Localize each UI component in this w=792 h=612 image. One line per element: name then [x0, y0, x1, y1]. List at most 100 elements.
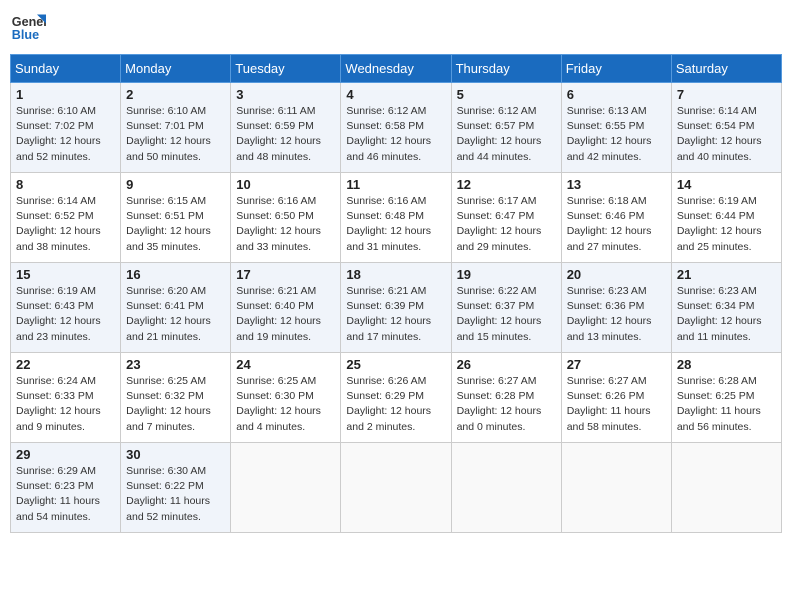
- day-detail: Sunrise: 6:12 AM Sunset: 6:57 PM Dayligh…: [457, 104, 556, 165]
- day-detail: Sunrise: 6:22 AM Sunset: 6:37 PM Dayligh…: [457, 284, 556, 345]
- calendar-week-3: 15 Sunrise: 6:19 AM Sunset: 6:43 PM Dayl…: [11, 263, 782, 353]
- header-tuesday: Tuesday: [231, 55, 341, 83]
- day-detail: Sunrise: 6:25 AM Sunset: 6:32 PM Dayligh…: [126, 374, 225, 435]
- day-number: 11: [346, 177, 445, 192]
- calendar-cell: 22 Sunrise: 6:24 AM Sunset: 6:33 PM Dayl…: [11, 353, 121, 443]
- day-number: 29: [16, 447, 115, 462]
- calendar-cell: 20 Sunrise: 6:23 AM Sunset: 6:36 PM Dayl…: [561, 263, 671, 353]
- calendar-table: SundayMondayTuesdayWednesdayThursdayFrid…: [10, 54, 782, 533]
- day-detail: Sunrise: 6:15 AM Sunset: 6:51 PM Dayligh…: [126, 194, 225, 255]
- calendar-cell: 3 Sunrise: 6:11 AM Sunset: 6:59 PM Dayli…: [231, 83, 341, 173]
- calendar-week-2: 8 Sunrise: 6:14 AM Sunset: 6:52 PM Dayli…: [11, 173, 782, 263]
- day-detail: Sunrise: 6:24 AM Sunset: 6:33 PM Dayligh…: [16, 374, 115, 435]
- calendar-cell: [231, 443, 341, 533]
- day-number: 3: [236, 87, 335, 102]
- day-number: 10: [236, 177, 335, 192]
- calendar-cell: 25 Sunrise: 6:26 AM Sunset: 6:29 PM Dayl…: [341, 353, 451, 443]
- day-number: 26: [457, 357, 556, 372]
- calendar-cell: 2 Sunrise: 6:10 AM Sunset: 7:01 PM Dayli…: [121, 83, 231, 173]
- calendar-cell: 17 Sunrise: 6:21 AM Sunset: 6:40 PM Dayl…: [231, 263, 341, 353]
- day-number: 17: [236, 267, 335, 282]
- calendar-cell: 16 Sunrise: 6:20 AM Sunset: 6:41 PM Dayl…: [121, 263, 231, 353]
- calendar-cell: 15 Sunrise: 6:19 AM Sunset: 6:43 PM Dayl…: [11, 263, 121, 353]
- header-saturday: Saturday: [671, 55, 781, 83]
- day-detail: Sunrise: 6:27 AM Sunset: 6:26 PM Dayligh…: [567, 374, 666, 435]
- day-number: 5: [457, 87, 556, 102]
- day-number: 15: [16, 267, 115, 282]
- day-detail: Sunrise: 6:14 AM Sunset: 6:52 PM Dayligh…: [16, 194, 115, 255]
- calendar-cell: [341, 443, 451, 533]
- header-wednesday: Wednesday: [341, 55, 451, 83]
- day-detail: Sunrise: 6:23 AM Sunset: 6:34 PM Dayligh…: [677, 284, 776, 345]
- day-detail: Sunrise: 6:21 AM Sunset: 6:40 PM Dayligh…: [236, 284, 335, 345]
- day-number: 12: [457, 177, 556, 192]
- day-detail: Sunrise: 6:23 AM Sunset: 6:36 PM Dayligh…: [567, 284, 666, 345]
- calendar-cell: 13 Sunrise: 6:18 AM Sunset: 6:46 PM Dayl…: [561, 173, 671, 263]
- day-number: 8: [16, 177, 115, 192]
- calendar-cell: 8 Sunrise: 6:14 AM Sunset: 6:52 PM Dayli…: [11, 173, 121, 263]
- svg-text:Blue: Blue: [12, 28, 39, 42]
- calendar-cell: 27 Sunrise: 6:27 AM Sunset: 6:26 PM Dayl…: [561, 353, 671, 443]
- day-number: 22: [16, 357, 115, 372]
- calendar-cell: 1 Sunrise: 6:10 AM Sunset: 7:02 PM Dayli…: [11, 83, 121, 173]
- calendar-cell: 18 Sunrise: 6:21 AM Sunset: 6:39 PM Dayl…: [341, 263, 451, 353]
- logo: General Blue: [10, 10, 46, 46]
- calendar-cell: 29 Sunrise: 6:29 AM Sunset: 6:23 PM Dayl…: [11, 443, 121, 533]
- day-number: 4: [346, 87, 445, 102]
- calendar-week-5: 29 Sunrise: 6:29 AM Sunset: 6:23 PM Dayl…: [11, 443, 782, 533]
- day-detail: Sunrise: 6:29 AM Sunset: 6:23 PM Dayligh…: [16, 464, 115, 525]
- calendar-cell: 19 Sunrise: 6:22 AM Sunset: 6:37 PM Dayl…: [451, 263, 561, 353]
- calendar-cell: 21 Sunrise: 6:23 AM Sunset: 6:34 PM Dayl…: [671, 263, 781, 353]
- day-detail: Sunrise: 6:13 AM Sunset: 6:55 PM Dayligh…: [567, 104, 666, 165]
- day-detail: Sunrise: 6:10 AM Sunset: 7:02 PM Dayligh…: [16, 104, 115, 165]
- day-number: 24: [236, 357, 335, 372]
- calendar-cell: 6 Sunrise: 6:13 AM Sunset: 6:55 PM Dayli…: [561, 83, 671, 173]
- calendar-cell: 23 Sunrise: 6:25 AM Sunset: 6:32 PM Dayl…: [121, 353, 231, 443]
- day-detail: Sunrise: 6:16 AM Sunset: 6:50 PM Dayligh…: [236, 194, 335, 255]
- day-number: 20: [567, 267, 666, 282]
- calendar-cell: 28 Sunrise: 6:28 AM Sunset: 6:25 PM Dayl…: [671, 353, 781, 443]
- day-detail: Sunrise: 6:27 AM Sunset: 6:28 PM Dayligh…: [457, 374, 556, 435]
- day-detail: Sunrise: 6:18 AM Sunset: 6:46 PM Dayligh…: [567, 194, 666, 255]
- header-monday: Monday: [121, 55, 231, 83]
- calendar-header-row: SundayMondayTuesdayWednesdayThursdayFrid…: [11, 55, 782, 83]
- day-detail: Sunrise: 6:12 AM Sunset: 6:58 PM Dayligh…: [346, 104, 445, 165]
- day-detail: Sunrise: 6:25 AM Sunset: 6:30 PM Dayligh…: [236, 374, 335, 435]
- day-number: 9: [126, 177, 225, 192]
- header-thursday: Thursday: [451, 55, 561, 83]
- day-detail: Sunrise: 6:28 AM Sunset: 6:25 PM Dayligh…: [677, 374, 776, 435]
- day-number: 2: [126, 87, 225, 102]
- day-detail: Sunrise: 6:19 AM Sunset: 6:44 PM Dayligh…: [677, 194, 776, 255]
- day-detail: Sunrise: 6:20 AM Sunset: 6:41 PM Dayligh…: [126, 284, 225, 345]
- day-detail: Sunrise: 6:19 AM Sunset: 6:43 PM Dayligh…: [16, 284, 115, 345]
- header-sunday: Sunday: [11, 55, 121, 83]
- calendar-cell: 26 Sunrise: 6:27 AM Sunset: 6:28 PM Dayl…: [451, 353, 561, 443]
- calendar-cell: 24 Sunrise: 6:25 AM Sunset: 6:30 PM Dayl…: [231, 353, 341, 443]
- calendar-cell: 5 Sunrise: 6:12 AM Sunset: 6:57 PM Dayli…: [451, 83, 561, 173]
- day-number: 1: [16, 87, 115, 102]
- calendar-cell: 12 Sunrise: 6:17 AM Sunset: 6:47 PM Dayl…: [451, 173, 561, 263]
- calendar-cell: 11 Sunrise: 6:16 AM Sunset: 6:48 PM Dayl…: [341, 173, 451, 263]
- header-friday: Friday: [561, 55, 671, 83]
- day-number: 6: [567, 87, 666, 102]
- calendar-cell: [451, 443, 561, 533]
- calendar-cell: 7 Sunrise: 6:14 AM Sunset: 6:54 PM Dayli…: [671, 83, 781, 173]
- day-number: 14: [677, 177, 776, 192]
- day-number: 19: [457, 267, 556, 282]
- day-number: 13: [567, 177, 666, 192]
- day-number: 21: [677, 267, 776, 282]
- day-detail: Sunrise: 6:30 AM Sunset: 6:22 PM Dayligh…: [126, 464, 225, 525]
- day-number: 28: [677, 357, 776, 372]
- day-number: 27: [567, 357, 666, 372]
- day-detail: Sunrise: 6:17 AM Sunset: 6:47 PM Dayligh…: [457, 194, 556, 255]
- calendar-cell: 4 Sunrise: 6:12 AM Sunset: 6:58 PM Dayli…: [341, 83, 451, 173]
- day-number: 16: [126, 267, 225, 282]
- page-header: General Blue: [10, 10, 782, 46]
- day-detail: Sunrise: 6:21 AM Sunset: 6:39 PM Dayligh…: [346, 284, 445, 345]
- day-number: 30: [126, 447, 225, 462]
- calendar-cell: 30 Sunrise: 6:30 AM Sunset: 6:22 PM Dayl…: [121, 443, 231, 533]
- day-number: 18: [346, 267, 445, 282]
- day-number: 25: [346, 357, 445, 372]
- calendar-week-1: 1 Sunrise: 6:10 AM Sunset: 7:02 PM Dayli…: [11, 83, 782, 173]
- day-detail: Sunrise: 6:16 AM Sunset: 6:48 PM Dayligh…: [346, 194, 445, 255]
